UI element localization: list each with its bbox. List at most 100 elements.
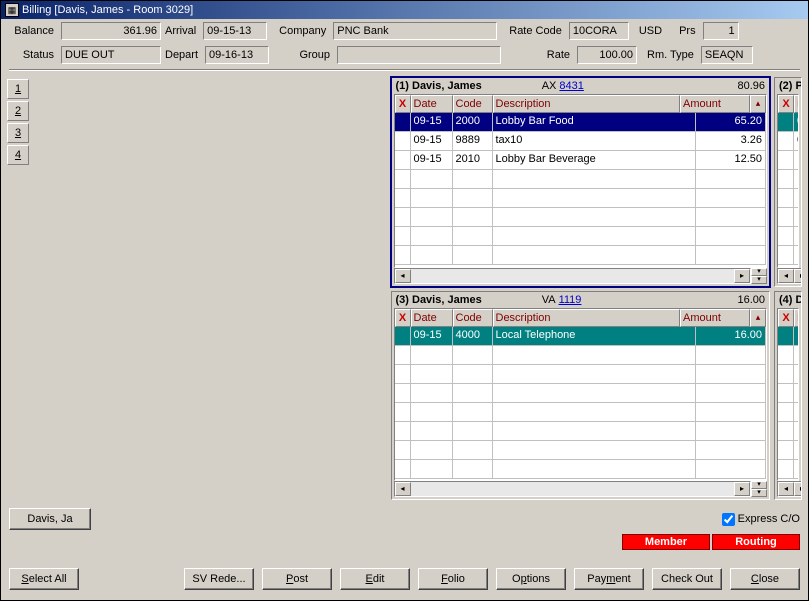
scroll-right-icon[interactable]: ▸ (794, 482, 802, 496)
table-row[interactable] (778, 327, 798, 346)
payment-button[interactable]: Payment (574, 568, 644, 590)
grid: XDateCodeDescriptionAmount▴09-154000Loca… (394, 308, 768, 482)
guest-name-button[interactable]: Davis, Ja (9, 508, 91, 530)
table-row[interactable]: 09-152010Lobby Bar Beverage12.50 (395, 151, 767, 170)
col-date[interactable]: Date (411, 95, 453, 113)
table-row[interactable]: 09-155000Greens Fees15.00 (778, 132, 798, 151)
col-date[interactable]: Date (794, 309, 799, 327)
folio-tab-2[interactable]: 2 (7, 101, 29, 121)
table-row[interactable]: 09-159300Package100.00 (778, 113, 798, 132)
table-row[interactable] (778, 227, 798, 246)
table-row[interactable] (778, 441, 798, 460)
cell-code (453, 170, 493, 189)
cell-date (411, 460, 453, 479)
scroll-end-icon[interactable]: ▾ (751, 276, 767, 284)
grid-header: XDateCodeDescriptionAmount▴ (395, 309, 767, 327)
table-row[interactable] (778, 151, 798, 170)
table-row[interactable] (395, 460, 767, 479)
col-amount[interactable]: Amount (680, 309, 750, 327)
folio-panel-1[interactable]: (1) Davis, JamesAX843180.96XDateCodeDesc… (391, 77, 771, 287)
folio-panel-4[interactable]: (4) Davis, James0.00XDateCodeDescription… (774, 291, 802, 501)
table-row[interactable] (395, 208, 767, 227)
cell-x (778, 113, 794, 132)
options-button[interactable]: Options (496, 568, 566, 590)
table-row[interactable] (395, 403, 767, 422)
table-row[interactable] (395, 441, 767, 460)
col-date[interactable]: Date (794, 95, 799, 113)
table-row[interactable] (778, 460, 798, 479)
scroll-up-icon[interactable]: ▴ (750, 309, 766, 327)
grid: XDateCodeDescriptionAmount▴09-159300Pack… (777, 94, 799, 268)
express-checkbox-input[interactable] (722, 513, 735, 526)
scroll-left-icon[interactable]: ◂ (395, 269, 411, 283)
folio-tab-4[interactable]: 4 (7, 145, 29, 165)
cell-amount: 3.26 (696, 132, 766, 151)
table-row[interactable]: 09-152000Lobby Bar Food65.20 (395, 113, 767, 132)
card-number-link[interactable]: 8431 (559, 80, 583, 92)
scroll-corner[interactable]: ▾▾ (751, 268, 767, 284)
cell-date (794, 208, 798, 227)
table-row[interactable] (778, 246, 798, 265)
close-button[interactable]: Close (730, 568, 800, 590)
table-row[interactable] (395, 365, 767, 384)
select-all-button[interactable]: Select All (9, 568, 79, 590)
table-row[interactable]: 09-154000Local Telephone16.00 (395, 327, 767, 346)
scroll-up-icon[interactable]: ▴ (750, 95, 766, 113)
scroll-corner[interactable]: ▾▾ (751, 481, 767, 497)
hscrollbar[interactable]: ◂▸ (394, 481, 752, 497)
hscrollbar[interactable]: ◂▸ (777, 481, 802, 497)
scroll-left-icon[interactable]: ◂ (778, 269, 794, 283)
edit-button[interactable]: Edit (340, 568, 410, 590)
table-row[interactable] (778, 384, 798, 403)
table-row[interactable] (395, 170, 767, 189)
table-row[interactable] (778, 403, 798, 422)
table-row[interactable]: 09-159889tax103.26 (395, 132, 767, 151)
folio-button[interactable]: Folio (418, 568, 488, 590)
col-code[interactable]: Code (453, 95, 493, 113)
card-number-link[interactable]: 1119 (559, 294, 582, 306)
scroll-right-icon[interactable]: ▸ (794, 269, 802, 283)
scroll-right-icon[interactable]: ▸ (734, 482, 750, 496)
table-row[interactable] (395, 384, 767, 403)
hscrollbar[interactable]: ◂▸ (777, 268, 802, 284)
cell-x (395, 384, 411, 403)
post-button[interactable]: Post (262, 568, 332, 590)
col-x[interactable]: X (395, 309, 411, 327)
window-title: Billing [Davis, James - Room 3029] (22, 4, 193, 16)
scroll-left-icon[interactable]: ◂ (778, 482, 794, 496)
sv-redeem-button[interactable]: SV Rede... (184, 568, 254, 590)
scroll-down-icon[interactable]: ▾ (751, 481, 767, 489)
col-code[interactable]: Code (453, 309, 493, 327)
express-checkout-checkbox[interactable]: Express C/O (722, 513, 800, 526)
table-row[interactable] (778, 365, 798, 384)
col-desc[interactable]: Description (493, 95, 681, 113)
table-row[interactable] (395, 189, 767, 208)
folio-panel-3[interactable]: (3) Davis, JamesVA111916.00XDateCodeDesc… (391, 291, 771, 501)
table-row[interactable] (395, 422, 767, 441)
table-row[interactable] (778, 170, 798, 189)
col-date[interactable]: Date (411, 309, 453, 327)
hscrollbar[interactable]: ◂▸ (394, 268, 752, 284)
scroll-end-icon[interactable]: ▾ (751, 489, 767, 497)
folio-panel-2[interactable]: (2) PNC BankDB115.00XDateCodeDescription… (774, 77, 802, 287)
scroll-down-icon[interactable]: ▾ (751, 268, 767, 276)
table-row[interactable] (395, 346, 767, 365)
table-row[interactable] (778, 422, 798, 441)
checkout-button[interactable]: Check Out (652, 568, 722, 590)
table-row[interactable] (778, 189, 798, 208)
cell-x (395, 189, 411, 208)
col-x[interactable]: X (778, 95, 794, 113)
col-amount[interactable]: Amount (680, 95, 750, 113)
table-row[interactable] (395, 227, 767, 246)
table-row[interactable] (778, 346, 798, 365)
folio-tab-1[interactable]: 1 (7, 79, 29, 99)
table-row[interactable] (778, 208, 798, 227)
col-x[interactable]: X (778, 309, 794, 327)
scroll-right-icon[interactable]: ▸ (734, 269, 750, 283)
table-row[interactable] (395, 246, 767, 265)
folio-tab-3[interactable]: 3 (7, 123, 29, 143)
scroll-left-icon[interactable]: ◂ (395, 482, 411, 496)
cell-desc (493, 189, 697, 208)
col-x[interactable]: X (395, 95, 411, 113)
col-desc[interactable]: Description (493, 309, 681, 327)
